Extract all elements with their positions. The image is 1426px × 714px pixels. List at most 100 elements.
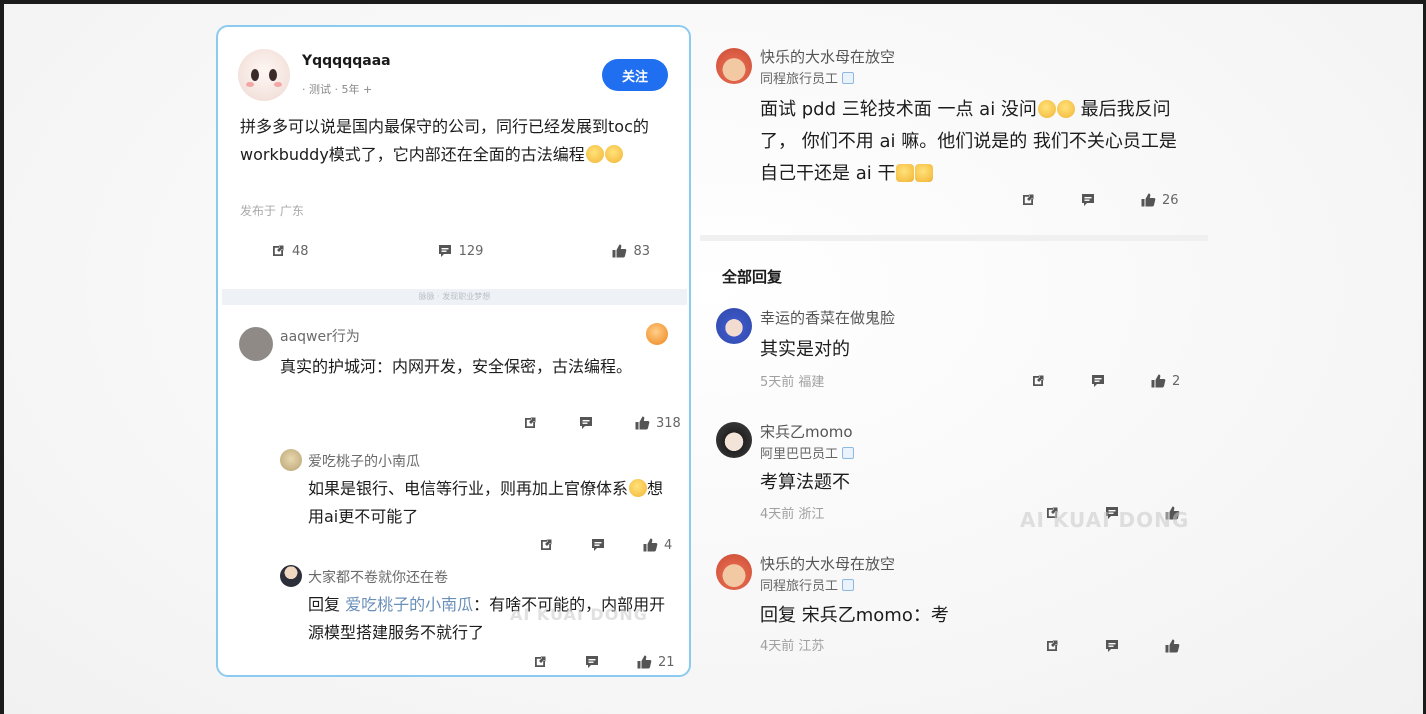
share-count: 48 [292, 243, 309, 259]
like-count: 83 [633, 243, 650, 259]
commenter-name[interactable]: 幸运的香菜在做鬼脸 [760, 307, 895, 328]
like-button[interactable]: 83 [611, 243, 650, 259]
like-count: 26 [1162, 192, 1179, 208]
commenter-avatar[interactable] [716, 48, 752, 84]
share-icon[interactable] [1020, 192, 1036, 208]
follow-button[interactable]: 关注 [602, 59, 668, 91]
commenter-name[interactable]: aaqwer行为 [280, 326, 360, 346]
watermark: AI KUAI DONG [510, 605, 648, 624]
post-actions: 48 129 83 [270, 243, 650, 259]
reply-detail-pane: 快乐的大水母在放空 同程旅行员工 面试 pdd 三轮技术面 一点 ai 没问 最… [696, 30, 1216, 680]
like-count: 4 [664, 537, 673, 553]
share-icon[interactable] [1044, 638, 1060, 654]
like-icon [1140, 192, 1156, 208]
comment-actions: 4 [538, 537, 672, 553]
like-count: 21 [658, 654, 675, 670]
comment-icon[interactable] [1104, 638, 1120, 654]
author-meta: · 测试 · 5年 + [302, 83, 373, 96]
like-button[interactable]: 2 [1150, 373, 1180, 389]
comment-text: 如果是银行、电信等行业，则再加上官僚体系 想用ai更不可能了 [308, 475, 672, 531]
comment-text: 面试 pdd 三轮技术面 一点 ai 没问 最后我反问了， 你们不用 ai 嘛。… [760, 94, 1180, 190]
comment-count: 129 [458, 243, 484, 259]
badge-icon [646, 323, 668, 345]
comment-meta: 4天前 江苏 [760, 639, 825, 654]
emoji-icon [915, 164, 934, 182]
company-tag: 同程旅行员工 [760, 72, 839, 87]
reply-prefix: 回复 [760, 605, 796, 626]
watermark: AI KUAI DONG [1020, 508, 1190, 532]
section-separator [700, 235, 1208, 241]
left-edge [0, 0, 4, 714]
commenter-avatar[interactable] [716, 422, 752, 458]
commenter-tag: 同程旅行员工 [760, 68, 855, 87]
comment-icon[interactable] [1080, 192, 1096, 208]
like-icon [636, 654, 652, 670]
comment-button[interactable]: 129 [437, 243, 484, 259]
reply-to-user[interactable]: 爱吃桃子的小南瓜 [345, 595, 473, 614]
comment-icon[interactable] [1090, 373, 1106, 389]
comment-text: 考算法题不 [760, 472, 850, 493]
share-icon[interactable] [1030, 373, 1046, 389]
comment-text: 其实是对的 [760, 339, 850, 360]
like-button[interactable]: 318 [634, 415, 681, 431]
comment-actions: 2 [1030, 373, 1180, 389]
company-tag: 阿里巴巴员工 [760, 447, 839, 462]
commenter-avatar[interactable] [280, 449, 302, 471]
share-icon [270, 243, 286, 259]
post-card: Yqqqqqaaa · 测试 · 5年 + 关注 拼多多可以说是国内最保守的公司… [216, 25, 691, 677]
commenter-name[interactable]: 宋兵乙momo [760, 421, 853, 442]
comment-text-part: 如果是银行、电信等行业，则再加上官僚体系 [308, 479, 629, 498]
like-icon[interactable] [1164, 638, 1180, 654]
comment-icon [437, 243, 453, 259]
reply-to-user[interactable]: 宋兵乙momo [802, 605, 913, 626]
commenter-name[interactable]: 爱吃桃子的小南瓜 [308, 451, 420, 471]
commenter-tag: 阿里巴巴员工 [760, 443, 855, 462]
share-button[interactable]: 48 [270, 243, 309, 259]
post-location: 发布于 广东 [240, 204, 304, 218]
commenter-avatar[interactable] [716, 554, 752, 590]
comment-text-part: ：考 [912, 605, 949, 626]
verified-icon [842, 578, 855, 591]
emoji-icon [896, 164, 915, 182]
comment-text-part: 面试 pdd 三轮技术面 一点 ai 没问 [760, 99, 1037, 120]
like-count: 2 [1172, 373, 1181, 389]
share-icon[interactable] [538, 537, 554, 553]
emoji-icon [585, 145, 604, 163]
top-bar [0, 0, 1426, 4]
like-button[interactable]: 21 [636, 654, 675, 670]
commenter-name[interactable]: 快乐的大水母在放空 [760, 553, 895, 574]
author-name[interactable]: Yqqqqqaaa [302, 53, 391, 69]
emoji-icon [604, 145, 623, 163]
commenter-avatar[interactable] [280, 565, 302, 587]
commenter-avatar[interactable] [239, 327, 273, 361]
commenter-name[interactable]: 大家都不卷就你还在卷 [308, 567, 448, 587]
comment-icon[interactable] [578, 415, 594, 431]
reply-prefix: 回复 [308, 595, 341, 614]
company-tag: 同程旅行员工 [760, 579, 839, 594]
commenter-name[interactable]: 快乐的大水母在放空 [760, 46, 895, 67]
like-icon [642, 537, 658, 553]
emoji-icon [629, 479, 648, 497]
comment-meta: 4天前 浙江 [760, 507, 825, 522]
comment-actions: 318 [522, 415, 681, 431]
comment-actions [1044, 638, 1180, 654]
like-button[interactable]: 26 [1140, 192, 1179, 208]
like-button[interactable]: 4 [642, 537, 672, 553]
emoji-icon [1056, 100, 1075, 118]
comment-actions: 21 [532, 654, 675, 670]
share-icon[interactable] [532, 654, 548, 670]
commenter-avatar[interactable] [716, 308, 752, 344]
comment-text: 真实的护城河：内网开发，安全保密，古法编程。 [280, 357, 633, 376]
like-icon [611, 243, 627, 259]
comment-icon[interactable] [584, 654, 600, 670]
share-icon[interactable] [522, 415, 538, 431]
all-replies-title: 全部回复 [722, 268, 783, 286]
verified-icon [842, 446, 855, 459]
emoji-icon [1037, 100, 1056, 118]
divider-band: 脉脉 · 发现职业梦想 [222, 289, 687, 305]
like-count: 318 [656, 415, 681, 431]
comment-icon[interactable] [590, 537, 606, 553]
like-icon [1150, 373, 1166, 389]
verified-icon [842, 71, 855, 84]
author-avatar[interactable] [238, 49, 290, 101]
